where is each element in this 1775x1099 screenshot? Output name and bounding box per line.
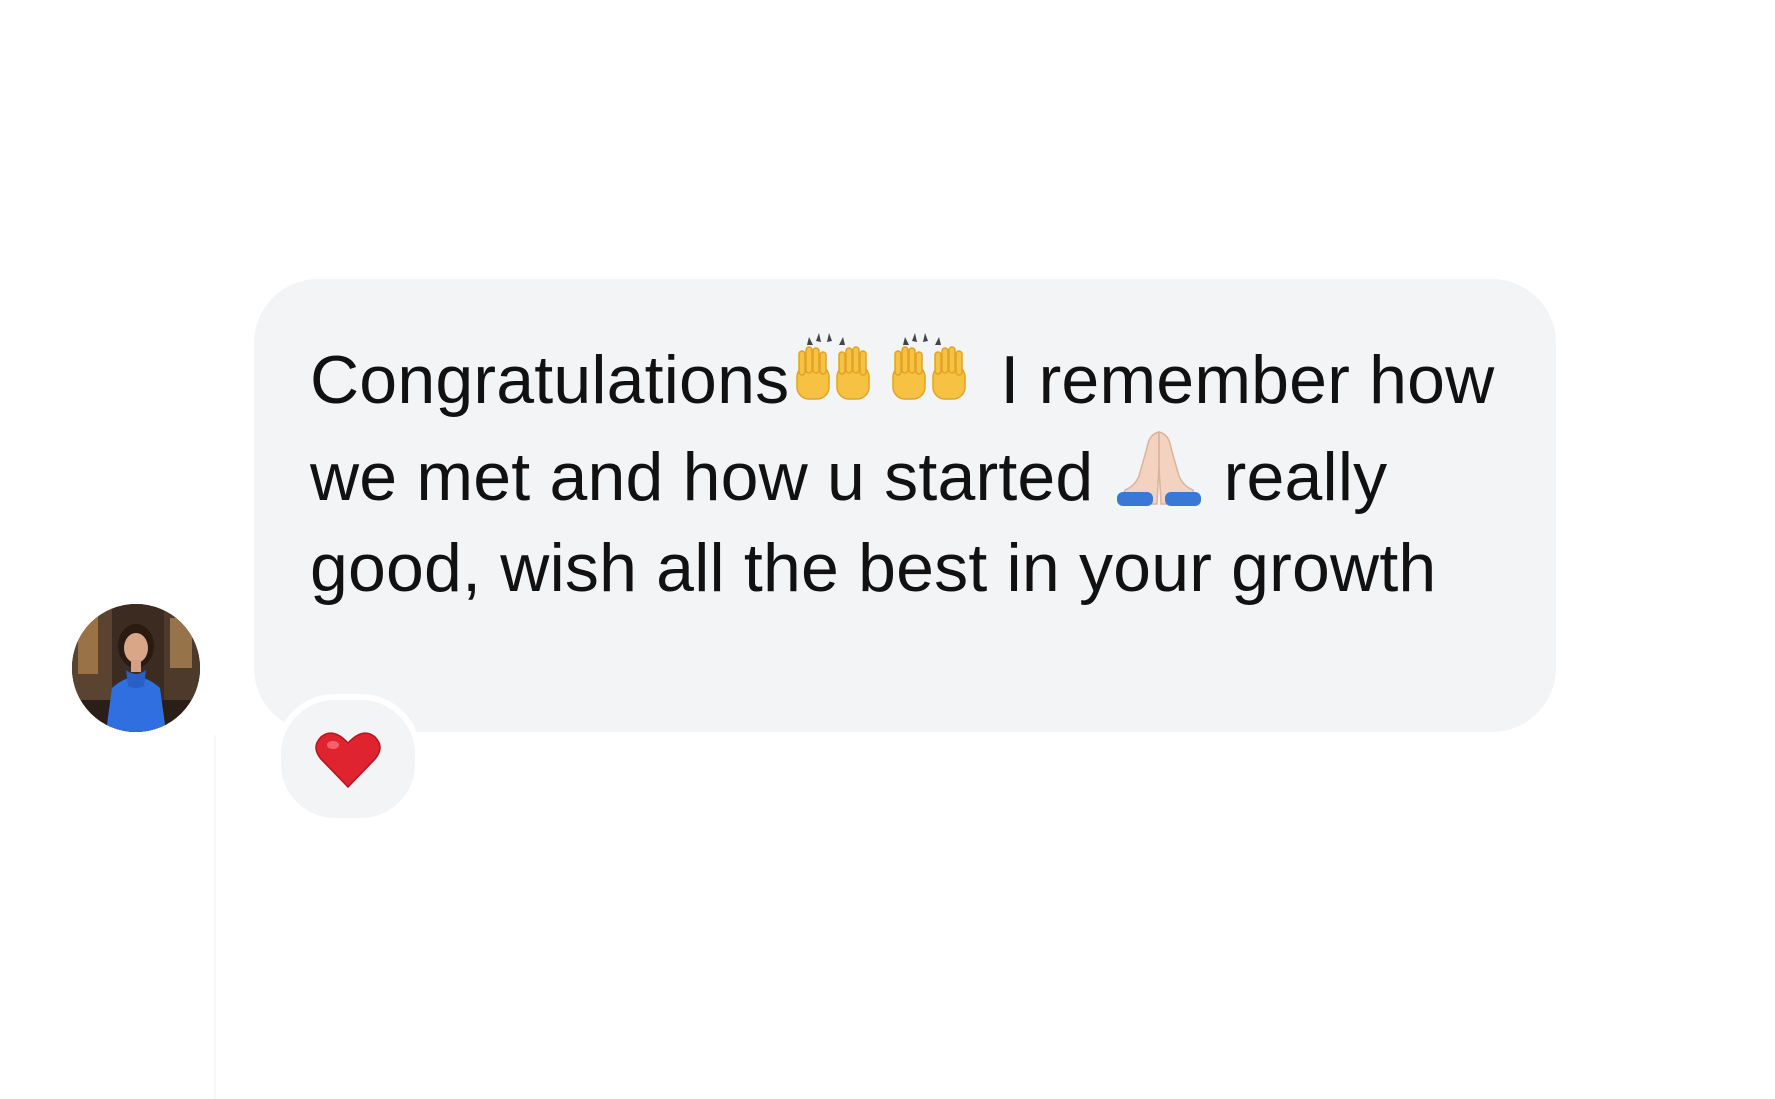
red-heart-icon xyxy=(315,732,381,789)
raising-hands-icon xyxy=(789,331,885,411)
dm-conversation-view: Congratulations I remember how we met an… xyxy=(0,0,1775,1099)
message-text-part-1: Congratulations xyxy=(310,342,790,418)
divider xyxy=(214,735,216,1099)
message-bubble[interactable]: Congratulations I remember how we met an… xyxy=(254,279,1556,732)
sender-avatar[interactable] xyxy=(72,604,200,732)
reaction-badge[interactable] xyxy=(275,694,421,824)
profile-photo-icon xyxy=(72,604,200,732)
message-text: Congratulations I remember how we met an… xyxy=(310,331,1516,614)
raising-hands-icon xyxy=(885,331,981,411)
folded-hands-icon xyxy=(1113,426,1205,508)
